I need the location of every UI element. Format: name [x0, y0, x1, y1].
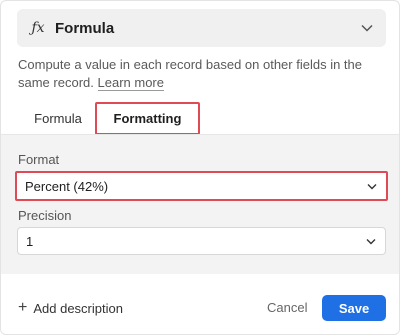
save-button[interactable]: Save — [322, 295, 386, 321]
precision-select[interactable]: 1 — [17, 227, 386, 255]
description-text: Compute a value in each record based on … — [18, 57, 362, 90]
formatting-body: Format Percent (42%) Precision 1 — [1, 134, 399, 274]
field-config-panel: ƒx Formula Compute a value in each recor… — [0, 0, 400, 335]
field-description: Compute a value in each record based on … — [18, 56, 378, 92]
plus-icon: + — [18, 299, 28, 316]
format-value: Percent (42%) — [25, 178, 109, 194]
precision-label: Precision — [18, 208, 72, 223]
tab-formula[interactable]: Formula — [21, 102, 95, 134]
field-type-label: Formula — [55, 19, 115, 37]
cancel-button[interactable]: Cancel — [267, 300, 307, 315]
chevron-down-icon — [366, 180, 378, 192]
footer: + Add description Cancel Save — [1, 274, 399, 334]
precision-value: 1 — [26, 233, 34, 249]
chevron-down-icon — [365, 235, 377, 247]
fx-icon: ƒx — [31, 20, 45, 36]
add-description-button[interactable]: + Add description — [18, 300, 123, 316]
chevron-down-icon — [360, 21, 374, 35]
tab-formatting[interactable]: Formatting — [95, 102, 200, 135]
format-select[interactable]: Percent (42%) — [15, 171, 388, 201]
format-label: Format — [18, 152, 60, 167]
field-type-select[interactable]: ƒx Formula — [17, 9, 386, 47]
add-description-label: Add description — [33, 300, 123, 316]
learn-more-link[interactable]: Learn more — [97, 75, 164, 91]
tab-bar: Formula Formatting — [1, 102, 399, 135]
